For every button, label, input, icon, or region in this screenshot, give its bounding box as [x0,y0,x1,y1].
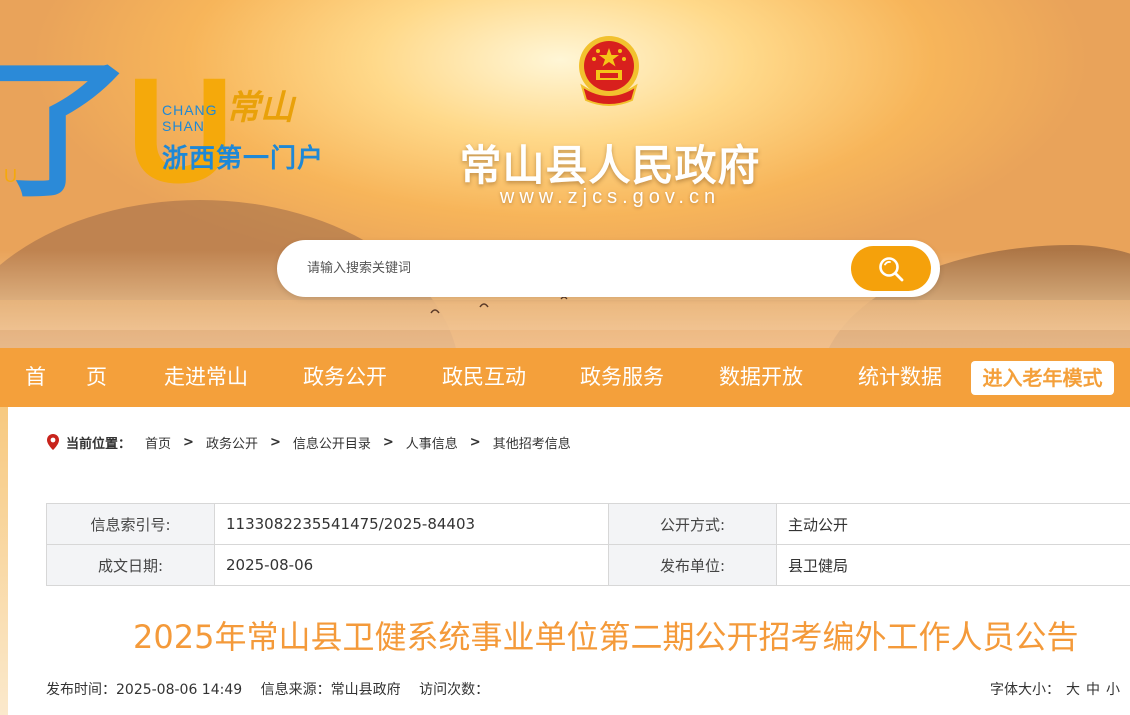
main-nav: 首页 走进常山 政务公开 政民互动 政务服务 数据开放 统计数据 [0,348,1130,407]
date-label: 成文日期: [46,544,215,586]
search-icon [879,256,904,281]
side-decoration [0,407,8,715]
nav-item-open-data[interactable]: 数据开放 [719,348,803,407]
nav-item-about[interactable]: 走进常山 [164,348,248,407]
nav-item-government-affairs[interactable]: 政务公开 [303,348,387,407]
method-label: 公开方式: [608,503,777,545]
site-url: www.zjcs.gov.cn [499,186,721,208]
breadcrumb-separator: > [469,434,481,450]
visit-count: 访问次数： [419,682,490,698]
header-banner: 了U U CHANG SHAN 常山 浙西第一门户 常山县人民政府 www.zj… [0,0,1130,348]
font-size-medium[interactable]: 中 [1086,682,1100,698]
date-value: 2025-08-06 [214,544,609,586]
nav-item-statistics[interactable]: 统计数据 [858,348,942,407]
table-row: 成文日期: 2025-08-06 发布单位: 县卫健局 [46,544,1130,586]
font-size-small[interactable]: 小 [1106,682,1120,698]
site-title: 常山县人民政府 [459,141,761,190]
breadcrumb-separator: > [183,434,194,450]
index-value: 1133082235541475/2025-84403 [214,503,609,545]
nav-item-interaction[interactable]: 政民互动 [442,348,526,407]
breadcrumb-home[interactable]: 首页 [145,433,171,452]
location-pin-icon [47,434,59,450]
elder-mode-button[interactable]: 进入老年模式 [971,361,1114,395]
city-logo-script: 常山 [226,88,294,128]
city-logo-en: CHANG SHAN [162,102,218,134]
font-size-control: 字体大小： 大中小 [990,679,1120,699]
search-bar [277,240,940,297]
breadcrumb-government-affairs[interactable]: 政务公开 [206,433,258,452]
city-slogan: 浙西第一门户 [162,144,325,174]
birds-decoration [430,296,568,314]
unit-value: 县卫健局 [776,544,1130,586]
nav-item-home[interactable]: 首页 [25,348,147,407]
breadcrumb-other-recruitment[interactable]: 其他招考信息 [493,433,571,452]
unit-label: 发布单位: [608,544,777,586]
search-input[interactable] [305,254,845,282]
breadcrumb-label: 当前位置： [66,436,132,452]
breadcrumb-separator: > [269,434,281,450]
national-emblem-icon [579,36,639,106]
breadcrumb-info-directory[interactable]: 信息公开目录 [293,433,371,452]
font-size-large[interactable]: 大 [1066,682,1080,698]
table-row: 信息索引号: 1133082235541475/2025-84403 公开方式:… [46,503,1130,545]
method-value: 主动公开 [776,503,1130,545]
nav-item-services[interactable]: 政务服务 [580,348,664,407]
font-size-label: 字体大小： [990,682,1060,698]
info-source: 信息来源：常山县政府 [260,682,401,698]
breadcrumb: 当前位置： 首页 > 政务公开 > 信息公开目录 > 人事信息 > 其他招考信息 [46,432,571,452]
search-button[interactable] [851,246,931,291]
breadcrumb-separator: > [382,434,394,450]
article-title: 2025年常山县卫健系统事业单位第二期公开招考编外工作人员公告 [133,618,1079,656]
article-meta: 发布时间：2025-08-06 14:49 信息来源：常山县政府 访问次数： [46,679,503,699]
index-label: 信息索引号: [46,503,215,545]
info-metadata-table: 信息索引号: 1133082235541475/2025-84403 公开方式:… [46,503,1130,586]
city-logo-small: U [4,166,21,186]
breadcrumb-personnel-info[interactable]: 人事信息 [406,433,458,452]
publish-time: 发布时间：2025-08-06 14:49 [46,682,243,698]
